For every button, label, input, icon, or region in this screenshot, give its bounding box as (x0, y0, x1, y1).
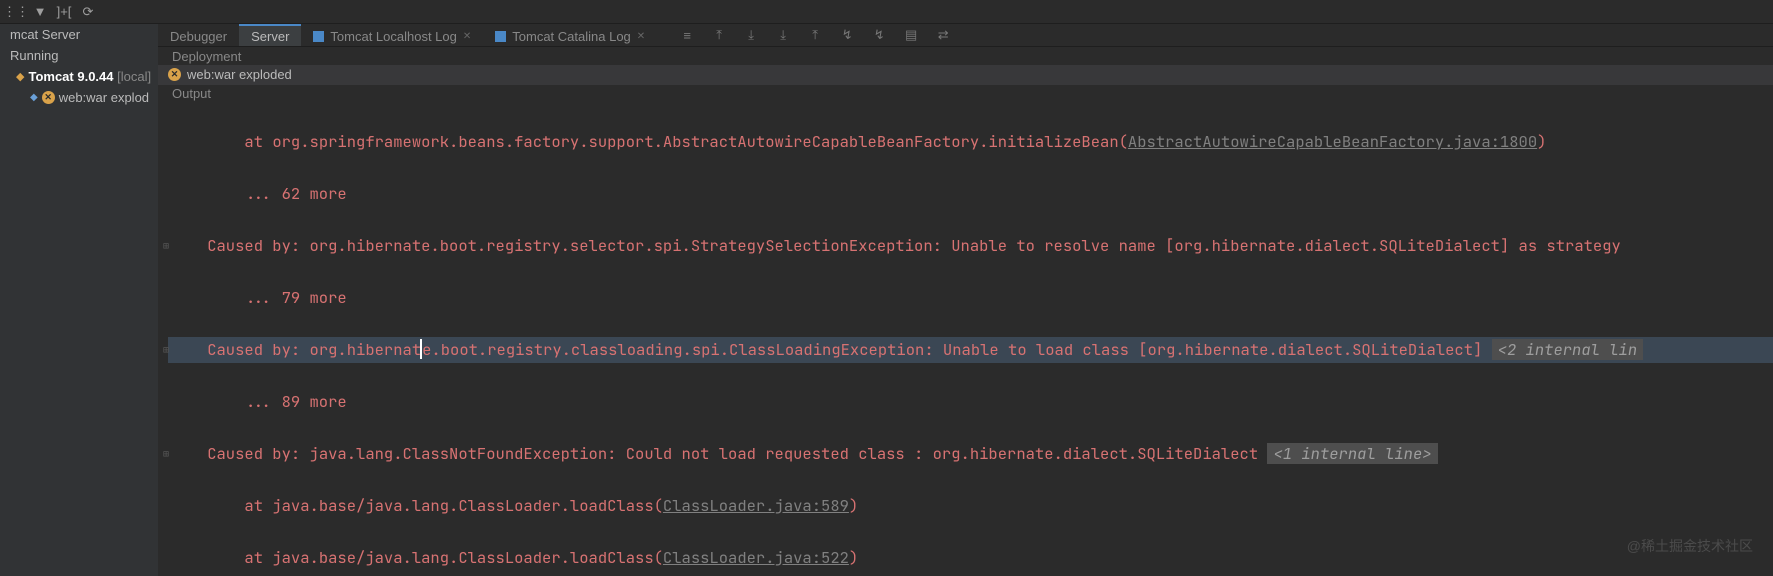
output-label: Output (158, 85, 1773, 103)
layout2-icon[interactable]: ⇄ (931, 24, 955, 46)
tabs-toolbar: ≡ ⤒ ⤓ ⤓ ⤒ ↯ ↯ ▤ ⇄ (675, 24, 955, 46)
sidebar-running[interactable]: Running (0, 45, 158, 66)
soft-wrap-icon[interactable]: ≡ (675, 24, 699, 46)
tab-catalina-log[interactable]: Tomcat Catalina Log ✕ (483, 24, 657, 46)
artifact-bar[interactable]: ✕ web:war exploded (158, 65, 1773, 85)
watermark: @稀土掘金技术社区 (1627, 536, 1753, 556)
up-icon[interactable]: ⤒ (707, 24, 731, 46)
run-icon (495, 31, 506, 42)
toolbar-icon-2[interactable]: ▼ (28, 1, 52, 23)
fold-icon[interactable]: ⊞ (160, 337, 172, 363)
status-error-icon: ✕ (168, 68, 181, 81)
tab-debugger[interactable]: Debugger (158, 24, 239, 46)
internal-lines-badge[interactable]: <2 internal lin (1492, 339, 1644, 360)
sidebar-item-tomcat[interactable]: ◆ Tomcat 9.0.44 [local] (0, 66, 158, 87)
tomcat-label: Tomcat 9.0.44 [local] (28, 69, 151, 84)
toolbar-icon-4[interactable]: ⟳ (76, 1, 100, 23)
source-link[interactable]: ClassLoader.java:589 (663, 495, 849, 516)
layout-icon[interactable]: ▤ (899, 24, 923, 46)
status-error-icon: ✕ (42, 91, 55, 104)
down2-icon[interactable]: ⤓ (771, 24, 795, 46)
source-link[interactable]: AbstractAutowireCapableBeanFactory.java:… (1128, 131, 1537, 152)
top-toolbar: ⋮⋮ ▼ ]+[ ⟳ (0, 0, 1773, 24)
tab-server[interactable]: Server (239, 24, 301, 46)
sidebar-item-artifact[interactable]: ◆ ✕ web:war explod (0, 87, 158, 108)
run-icon (313, 31, 324, 42)
artifact-bar-label: web:war exploded (187, 67, 292, 82)
internal-lines-badge[interactable]: <1 internal line> (1267, 443, 1437, 464)
toolbar-icon-3[interactable]: ]+[ (52, 1, 76, 23)
up2-icon[interactable]: ⤒ (803, 24, 827, 46)
fold-icon[interactable]: ⊞ (160, 233, 172, 259)
tomcat-icon: ◆ (16, 70, 24, 83)
close-icon[interactable]: ✕ (463, 31, 471, 42)
fold-icon[interactable]: ⊞ (160, 441, 172, 467)
sidebar-header: mcat Server (0, 24, 158, 45)
deployment-header: Deployment (158, 47, 1773, 65)
sidebar: mcat Server Running ◆ Tomcat 9.0.44 [loc… (0, 24, 158, 576)
close-icon[interactable]: ✕ (637, 31, 645, 42)
source-link[interactable]: ClassLoader.java:522 (663, 547, 849, 568)
tabs-row: Debugger Server Tomcat Localhost Log ✕ T… (158, 24, 1773, 47)
console-output[interactable]: at org.springframework.beans.factory.sup… (158, 103, 1773, 576)
down-icon[interactable]: ⤓ (739, 24, 763, 46)
artifact-icon: ◆ (30, 92, 38, 103)
tab-localhost-log[interactable]: Tomcat Localhost Log ✕ (301, 24, 483, 46)
artifact-label: web:war explod (59, 90, 149, 105)
toolbar-icon-1[interactable]: ⋮⋮ (4, 1, 28, 23)
toggle-icon[interactable]: ↯ (835, 24, 859, 46)
main-panel: Debugger Server Tomcat Localhost Log ✕ T… (158, 24, 1773, 576)
toggle2-icon[interactable]: ↯ (867, 24, 891, 46)
